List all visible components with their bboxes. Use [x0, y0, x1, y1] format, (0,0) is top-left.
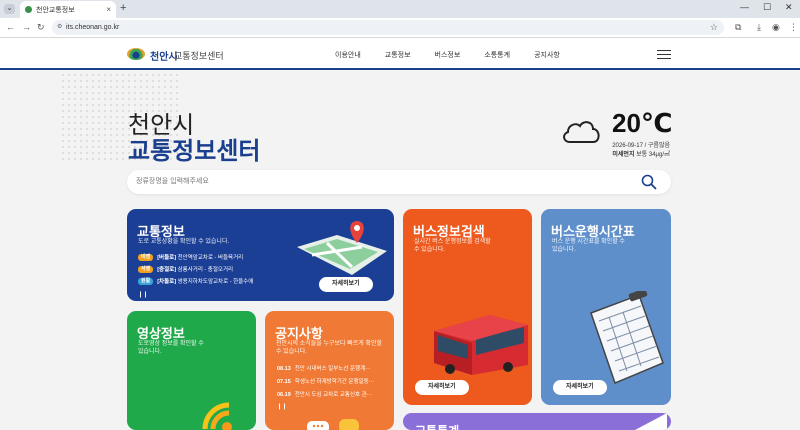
notice-list: 08.13 천안 시내버스 일부노선 운행계··· 07.15 학생노선 하계방학기… [277, 363, 374, 402]
window-close-button[interactable]: ✕ [785, 2, 793, 13]
pause-button[interactable]: ❙❙ [277, 403, 287, 410]
more-button[interactable]: 자세히보기 [319, 277, 373, 292]
traffic-info-card[interactable]: 교통정보 도로 교통상황을 확인할 수 있습니다. 비엔 [버들로] 천안역앞교… [127, 209, 394, 301]
nav-item-traffic[interactable]: 교통정보 [385, 50, 411, 60]
notice-title: 천안시 도심 교차로 교통신호 관··· [294, 392, 373, 398]
address-bar-row: ← → ↻ ⚙ its.cheonan.go.kr ☆ ⧉ ⤓ ◉ ⋮ [0, 18, 800, 38]
notice-item[interactable]: 08.13 천안 시내버스 일부노선 운행계··· [277, 363, 374, 376]
bookmark-star-icon[interactable]: ☆ [710, 20, 718, 35]
notice-date: 07.15 [277, 379, 291, 385]
bus-illustration-icon [434, 315, 528, 375]
status-badge: 비엔 [138, 253, 154, 261]
clipboard-icon [590, 291, 664, 384]
cctv-signal-icon [202, 402, 232, 430]
road-status-item[interactable]: 서행 [충절로] 삼룡사거리 - 충절오거리 [138, 265, 253, 273]
browser-tab-strip: ⌄ 천안교통정보 × + — ☐ ✕ [0, 0, 800, 18]
more-button[interactable]: 자세히보기 [415, 380, 469, 395]
temperature: 20℃ [612, 108, 673, 138]
cheonan-logo-icon[interactable] [127, 48, 145, 60]
nav-item-notice[interactable]: 공지사항 [534, 50, 560, 60]
bus-schedule-card[interactable]: 버스운행시간표 버스 운행 시간표를 확인할 수 있습니다. 자세히보기 [541, 209, 671, 405]
new-tab-button[interactable]: + [120, 2, 126, 14]
video-info-card[interactable]: 영상정보 도로영상 정보를 확인할 수 있습니다. [127, 311, 256, 430]
search-icon[interactable] [641, 174, 657, 190]
search-placeholder: 정류장명을 입력해주세요 [136, 178, 209, 185]
road-status-list: 비엔 [버들로] 천안역앞교차로 - 버들육거리 서행 [충절로] 삼룡사거리 … [138, 253, 253, 289]
nav-item-stats[interactable]: 소통통계 [484, 50, 510, 60]
weather-date: 2026-09-17 / 구름많음 [612, 143, 670, 149]
road-section: 쌍용지하차도앞교차로 - 한울수애 [177, 279, 254, 285]
back-icon[interactable]: ← [6, 22, 15, 32]
notice-card[interactable]: 공지사항 천안시의 소식들을 누구보다 빠르게 확인할 수 있습니다. 08.1… [265, 311, 394, 430]
url-input[interactable]: ⚙ its.cheonan.go.kr ☆ [52, 20, 724, 35]
tab-search-button[interactable]: ⌄ [4, 4, 15, 14]
status-badge: 원활 [138, 277, 154, 285]
pause-button[interactable]: ❙❙ [138, 291, 148, 298]
road-name: [버들로] [157, 255, 177, 261]
menu-hamburger-icon[interactable] [657, 50, 671, 59]
extensions-icon[interactable]: ⧉ [735, 22, 741, 33]
cloud-icon [563, 121, 600, 143]
reload-icon[interactable]: ↻ [37, 22, 45, 33]
road-name: [충절로] [157, 267, 177, 273]
profile-icon[interactable]: ◉ [772, 22, 780, 33]
fine-dust: 미세먼지 보통 34μg/㎥ [612, 149, 670, 158]
nav-item-bus[interactable]: 버스정보 [435, 50, 461, 60]
site-info-icon[interactable]: ⚙ [57, 20, 62, 35]
notice-item[interactable]: 06.19 천안시 도심 교차로 교통신호 관··· [277, 389, 374, 402]
stop-search-input[interactable]: 정류장명을 입력해주세요 [127, 170, 671, 194]
notice-date: 06.19 [277, 392, 291, 398]
bus-search-card[interactable]: 버스정보검색 실시간 버스 운행정보를 검색할 수 있습니다. 자세히보기 [403, 209, 532, 405]
fine-dust-value: 보통 34μg/㎥ [634, 152, 670, 158]
more-button[interactable]: 자세히보기 [553, 380, 607, 395]
notice-title: 학생노선 하계방학기간 운행일동··· [294, 379, 375, 385]
browser-menu-icon[interactable]: ⋮ [789, 22, 798, 33]
nav-item-guide[interactable]: 이용안내 [335, 50, 361, 60]
road-section: 천안역앞교차로 - 버들육거리 [177, 255, 244, 261]
download-icon[interactable]: ⤓ [757, 22, 761, 33]
speech-bubble-icon [307, 419, 359, 430]
site-header: 천안시 교통정보센터 이용안내 교통정보 버스정보 소통통계 공지사항 [0, 38, 800, 70]
favicon-icon [25, 6, 32, 13]
maximize-button[interactable]: ☐ [763, 2, 771, 13]
card-desc: 버스 운행 시간표를 확인할 수 있습니다. [552, 239, 625, 253]
card-desc: 천안시의 소식들을 누구보다 빠르게 확인할 수 있습니다. [276, 341, 383, 355]
logo-title[interactable]: 교통정보센터 [174, 49, 224, 62]
main-nav: 이용안내 교통정보 버스정보 소통통계 공지사항 [335, 50, 560, 60]
status-badge: 서행 [138, 265, 154, 273]
map-illustration-icon [297, 221, 387, 275]
tab-title: 천안교통정보 [36, 6, 75, 14]
megaphone-icon [635, 413, 667, 430]
minimize-button[interactable]: — [740, 2, 749, 12]
tab-close-icon[interactable]: × [106, 5, 111, 14]
browser-tab[interactable]: 천안교통정보 × [20, 1, 116, 18]
forward-icon[interactable]: → [22, 22, 31, 32]
hero-title: 교통정보센터 [128, 138, 261, 165]
notice-date: 08.13 [277, 366, 291, 372]
road-section: 삼룡사거리 - 충절오거리 [177, 267, 234, 273]
fine-dust-label: 미세먼지 [612, 152, 635, 158]
card-desc: 도로영상 정보를 확인할 수 있습니다. [138, 341, 204, 355]
url-text: its.cheonan.go.kr [66, 24, 120, 31]
card-title: 교통통계 [415, 422, 459, 430]
notice-item[interactable]: 07.15 학생노선 하계방학기간 운행일동··· [277, 376, 374, 389]
notice-title: 천안 시내버스 일부노선 운행계··· [294, 366, 371, 372]
traffic-stats-card[interactable]: 교통통계 [403, 413, 671, 430]
card-desc: 실시간 버스 운행정보를 검색할 수 있습니다. [414, 239, 491, 253]
road-status-item[interactable]: 원활 [차돌로] 쌍용지하차도앞교차로 - 한울수애 [138, 277, 253, 285]
road-name: [차돌로] [157, 279, 177, 285]
road-status-item[interactable]: 비엔 [버들로] 천안역앞교차로 - 버들육거리 [138, 253, 253, 261]
